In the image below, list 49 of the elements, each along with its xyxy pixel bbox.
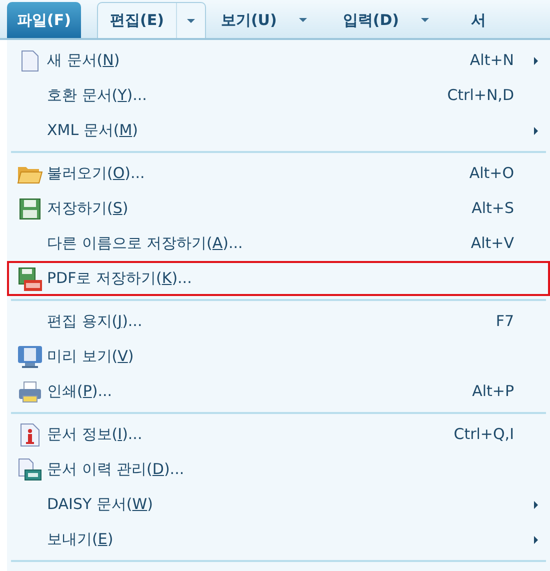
document-history-icon: [18, 458, 42, 482]
menu-item-label: 인쇄(P)...: [47, 381, 112, 402]
menu-item[interactable]: 편집 용지(J)... F7: [7, 304, 550, 339]
menu-item-label: DAISY 문서(W): [47, 494, 153, 516]
menu-item[interactable]: 미리 보기(V): [7, 339, 550, 374]
menu-item[interactable]: DAISY 문서(W): [7, 487, 550, 522]
menu-item[interactable]: 호환 문서(Y)... Ctrl+N,D: [7, 78, 550, 113]
monitor-icon: [17, 344, 43, 368]
caret-icon: [298, 18, 307, 22]
menu-item[interactable]: 문서 정보(I)... Ctrl+Q,I: [7, 417, 550, 452]
menu-tab[interactable]: 파일(F): [7, 2, 81, 38]
shortcut-label: Alt+S: [472, 198, 514, 220]
printer-icon: [18, 380, 42, 402]
shortcut-label: Alt+P: [472, 381, 514, 402]
caret-icon: [421, 18, 430, 22]
info-document-icon: [20, 422, 40, 446]
pdf-save-icon: [18, 266, 42, 290]
menu-item-label: 새 문서(N): [47, 50, 120, 72]
menu-item-label: 다른 이름으로 저장하기(A)...: [47, 233, 243, 254]
document-icon: [21, 50, 39, 72]
menu-item[interactable]: 인쇄(P)... Alt+P: [7, 374, 550, 409]
menu-item-label: 보내기(E): [47, 529, 114, 550]
menu-item-label: 호환 문서(Y)...: [47, 85, 147, 106]
menu-item[interactable]: PDF로 저장하기(K)...: [7, 261, 550, 296]
menu-item-label: 미리 보기(V): [47, 346, 134, 368]
shortcut-label: Alt+V: [470, 233, 514, 254]
menu-item[interactable]: XML 문서(M): [7, 113, 550, 148]
shortcut-label: Ctrl+N,D: [447, 85, 514, 106]
shortcut-label: F7: [496, 311, 514, 332]
menu-item[interactable]: 새 문서(N) Alt+N: [7, 43, 550, 78]
menu-item[interactable]: 다른 이름으로 저장하기(A)... Alt+V: [7, 226, 550, 261]
menu-tab[interactable]: 보기(U): [208, 3, 289, 37]
menu-item-label: 편집 용지(J)...: [47, 311, 142, 332]
shortcut-label: Alt+N: [470, 50, 514, 72]
menu-item[interactable]: 저장하기(S) Alt+S: [7, 191, 550, 226]
caret-icon: [186, 18, 195, 22]
menu-item[interactable]: 보내기(E): [7, 522, 550, 557]
menu-tab[interactable]: 서: [459, 3, 498, 37]
shortcut-label: Alt+O: [469, 163, 514, 184]
menu-item-label: PDF로 저장하기(K)...: [47, 268, 192, 290]
menu-item-label: 불러오기(O)...: [47, 163, 145, 184]
menu-item[interactable]: 문서 이력 관리(D)...: [7, 452, 550, 487]
menu-item-label: 문서 이력 관리(D)...: [47, 459, 184, 480]
menu-item-label: 저장하기(S): [47, 198, 128, 220]
menu-item-label: 문서 정보(I)...: [47, 424, 142, 446]
menu-item-label: XML 문서(M): [47, 120, 138, 142]
shortcut-label: Ctrl+Q,I: [454, 424, 514, 446]
menu-item[interactable]: 불러오기(O)... Alt+O: [7, 156, 550, 191]
menu-tab[interactable]: 입력(D): [330, 3, 412, 37]
